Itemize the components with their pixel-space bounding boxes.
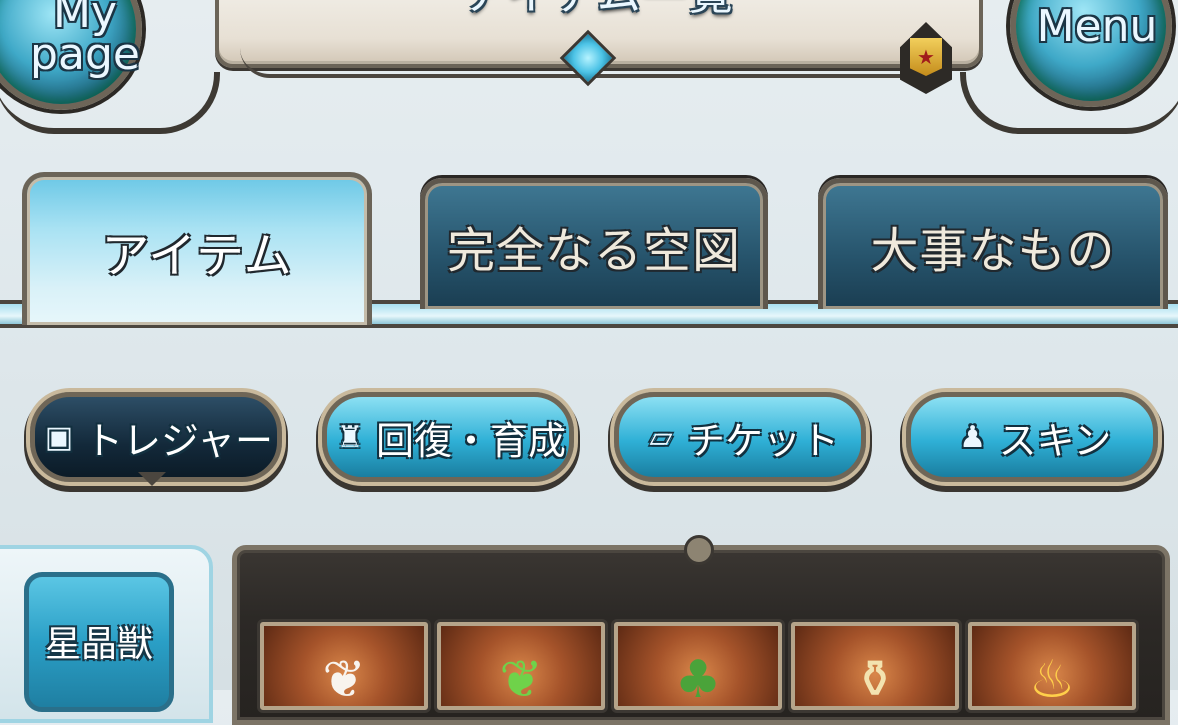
filter-ticket-button[interactable]: ▱ チケット	[614, 392, 866, 482]
star-icon: ★	[910, 38, 942, 76]
item-slot[interactable]: ❦	[437, 622, 605, 710]
mypage-label: My page	[30, 0, 140, 80]
item-slot[interactable]: ❦	[260, 622, 428, 710]
filter-treasure-button[interactable]: ▣ トレジャー	[30, 392, 282, 482]
filter-ticket-label: チケット	[686, 418, 839, 463]
potion-bottle-icon: ♜	[336, 419, 364, 455]
filter-treasure-label: トレジャー	[84, 418, 274, 463]
flame-icon: ♨	[1028, 650, 1076, 710]
chevron-down-icon	[138, 472, 166, 486]
tab-important-items[interactable]: 大事なもの	[818, 178, 1168, 309]
panel-ornament-icon	[684, 535, 714, 565]
ticket-icon: ▱	[649, 419, 673, 455]
tab-complete-sky-chart[interactable]: 完全なる空図	[420, 178, 768, 309]
green-feather-icon: ❦	[499, 650, 543, 710]
page-title: アイテム一覧	[219, 0, 979, 22]
filter-recovery-button[interactable]: ♜ 回復・育成	[322, 392, 574, 482]
primal-beast-button[interactable]: 星晶獣	[24, 572, 174, 712]
potion-flask-icon: ⚱	[853, 650, 897, 710]
menu-label: Menu	[1036, 1, 1158, 52]
outfit-icon: ♟	[959, 419, 987, 455]
filter-skin-label: スキン	[998, 418, 1112, 463]
filter-recovery-label: 回復・育成	[375, 418, 566, 463]
white-feather-icon: ❦	[322, 650, 366, 710]
item-slot[interactable]: ♨	[968, 622, 1136, 710]
leaf-sprout-icon: ♣	[674, 650, 722, 710]
item-slot[interactable]: ♣	[614, 622, 782, 710]
item-slot[interactable]: ⚱	[791, 622, 959, 710]
tab-items[interactable]: アイテム	[22, 172, 372, 325]
treasure-chest-icon: ▣	[44, 419, 74, 455]
filter-skin-button[interactable]: ♟ スキン	[906, 392, 1158, 482]
